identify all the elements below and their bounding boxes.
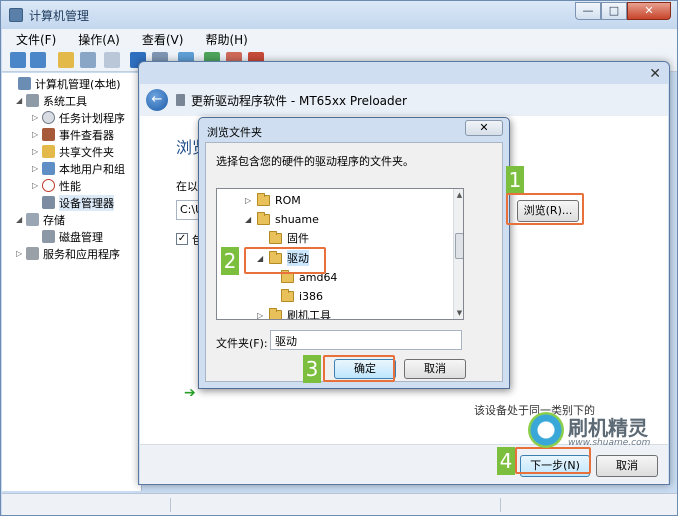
services-icon: [26, 247, 39, 260]
folder-item-rom[interactable]: ▷ ROM: [245, 191, 301, 209]
tree-item-label: 计算机管理(本地): [35, 77, 121, 91]
folder-label: 固件: [287, 232, 309, 245]
watermark-name: 刷机精灵: [568, 416, 648, 440]
minimize-button[interactable]: —: [575, 2, 601, 20]
folder-field-label: 文件夹(F):: [216, 337, 268, 350]
wizard-header: ← 更新驱动程序软件 - MT65xx Preloader: [140, 84, 668, 116]
step-2-highlight: [244, 247, 326, 274]
folder-label: ROM: [275, 193, 301, 207]
step-1-highlight: [506, 193, 584, 225]
status-separator: [500, 498, 501, 512]
step-3-highlight: [323, 355, 395, 382]
menu-bar: 文件(F) 操作(A) 查看(V) 帮助(H): [2, 29, 677, 48]
disk-icon: [42, 230, 55, 243]
tree-item-local-users[interactable]: ▷ 本地用户和组: [32, 160, 125, 177]
folder-item-flash-tools[interactable]: ▷ 刷机工具: [257, 306, 331, 320]
users-icon: [42, 162, 55, 175]
event-viewer-icon: [42, 128, 55, 141]
navigation-tree: 计算机管理(本地) ◢ 系统工具 ▷ 任务计划程序 ▷ 事件查看器 ▷ 共享文件…: [2, 73, 142, 491]
browse-cancel-button[interactable]: 取消: [404, 359, 466, 379]
tree-item-root[interactable]: 计算机管理(本地): [8, 75, 121, 92]
back-arrow-icon[interactable]: ←: [146, 89, 168, 111]
folder-item-firmware[interactable]: 固件: [257, 229, 309, 247]
tree-item-label: 存储: [43, 213, 65, 227]
title-bar: 计算机管理 — □ ✕: [1, 1, 677, 29]
tree-item-disk-management[interactable]: 磁盘管理: [32, 228, 103, 245]
status-separator: [170, 498, 171, 512]
forward-arrow-icon[interactable]: [30, 52, 46, 68]
performance-icon: [42, 179, 55, 192]
step-1-badge: 1: [506, 166, 524, 194]
tree-item-event-viewer[interactable]: ▷ 事件查看器: [32, 126, 114, 143]
menu-view[interactable]: 查看(V): [128, 29, 192, 48]
folder-tree-scrollbar[interactable]: ▲ ▼: [453, 189, 463, 319]
maximize-button[interactable]: □: [601, 2, 627, 20]
device-icon: [176, 94, 185, 106]
folder-item-i386[interactable]: i386: [269, 287, 323, 305]
tree-item-label: 本地用户和组: [59, 162, 125, 176]
watermark-url: www.shuame.com: [568, 438, 651, 448]
browse-dialog-title: 浏览文件夹: [207, 126, 262, 139]
computer-management-icon: [9, 8, 23, 22]
tree-item-storage[interactable]: ◢ 存储: [16, 211, 65, 228]
clock-icon: [42, 111, 55, 124]
tree-item-services[interactable]: ▷ 服务和应用程序: [16, 245, 120, 262]
tree-item-label: 服务和应用程序: [43, 247, 120, 261]
back-arrow-icon[interactable]: [10, 52, 26, 68]
caption-buttons: — □ ✕: [575, 2, 671, 20]
folder-icon: [257, 192, 270, 206]
up-folder-icon[interactable]: [58, 52, 74, 68]
status-bar: [2, 493, 677, 515]
browse-dialog-close-button[interactable]: ✕: [465, 120, 503, 136]
tree-item-device-manager[interactable]: 设备管理器: [32, 194, 114, 211]
tree-item-label: 事件查看器: [59, 128, 114, 142]
scroll-thumb[interactable]: [455, 233, 463, 259]
folder-label: shuame: [275, 212, 319, 226]
tree-item-label: 共享文件夹: [59, 145, 114, 159]
window-title: 计算机管理: [29, 9, 90, 23]
scroll-down-icon[interactable]: ▼: [454, 307, 463, 319]
wizard-close-button[interactable]: ✕: [649, 66, 661, 82]
shuame-logo-icon: [528, 412, 564, 448]
folder-input[interactable]: 驱动: [270, 330, 462, 350]
browse-dialog-description: 选择包含您的硬件的驱动程序的文件夹。: [216, 155, 414, 168]
tree-item-label: 任务计划程序: [59, 111, 125, 125]
search-location-label: 在以: [176, 180, 198, 193]
tree-item-label: 系统工具: [43, 94, 87, 108]
menu-file[interactable]: 文件(F): [2, 29, 64, 48]
scroll-up-icon[interactable]: ▲: [454, 189, 463, 201]
computer-icon: [18, 77, 31, 90]
include-subfolders-checkbox[interactable]: ✓: [176, 233, 188, 245]
folder-icon: [269, 307, 282, 319]
device-manager-icon: [42, 196, 55, 209]
folder-icon: [257, 211, 270, 225]
menu-help[interactable]: 帮助(H): [191, 29, 255, 48]
menu-action[interactable]: 操作(A): [64, 29, 128, 48]
tree-item-label: 磁盘管理: [59, 230, 103, 244]
shared-folder-icon: [42, 145, 55, 158]
properties-icon[interactable]: [104, 52, 120, 68]
folder-item-shuame[interactable]: ◢ shuame: [245, 210, 319, 228]
wizard-title: 更新驱动程序软件 - MT65xx Preloader: [191, 94, 407, 108]
step-4-highlight: [515, 447, 591, 474]
show-tree-icon[interactable]: [80, 52, 96, 68]
step-4-badge: 4: [497, 447, 515, 475]
tree-item-task-scheduler[interactable]: ▷ 任务计划程序: [32, 109, 125, 126]
folder-icon: [281, 288, 294, 302]
step-2-badge: 2: [221, 247, 239, 275]
tree-item-shared-folders[interactable]: ▷ 共享文件夹: [32, 143, 114, 160]
tools-icon: [26, 94, 39, 107]
tree-item-label: 设备管理器: [59, 194, 114, 211]
close-button[interactable]: ✕: [627, 2, 671, 20]
folder-icon: [269, 230, 282, 244]
tree-item-label: 性能: [59, 179, 81, 193]
folder-label: i386: [299, 289, 324, 303]
step-3-badge: 3: [303, 355, 321, 383]
storage-icon: [26, 213, 39, 226]
wizard-cancel-button[interactable]: 取消: [596, 455, 658, 477]
folder-label: 刷机工具: [287, 309, 331, 320]
tree-item-performance[interactable]: ▷ 性能: [32, 177, 81, 194]
tree-item-system-tools[interactable]: ◢ 系统工具: [16, 92, 87, 109]
green-arrow-icon: ➔: [184, 385, 196, 401]
